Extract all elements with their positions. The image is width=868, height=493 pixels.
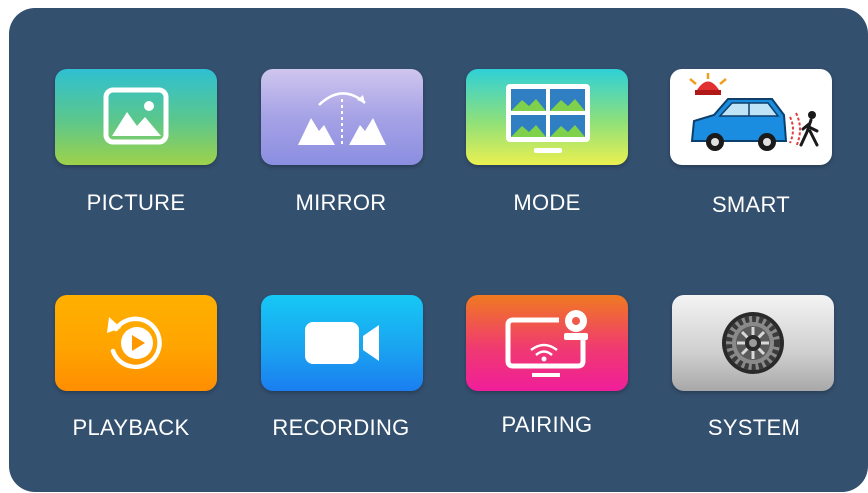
mirror-label[interactable]: MIRROR <box>241 190 441 216</box>
picture-label[interactable]: PICTURE <box>36 190 236 216</box>
mode-icon <box>506 84 590 153</box>
mode-button[interactable] <box>466 69 628 165</box>
smart-button[interactable] <box>670 69 832 165</box>
system-button[interactable] <box>672 295 834 391</box>
pairing-icon <box>505 310 588 377</box>
picture-icon <box>103 87 169 145</box>
system-label[interactable]: SYSTEM <box>654 415 854 441</box>
playback-icon <box>107 316 162 370</box>
recording-label[interactable]: RECORDING <box>241 415 441 441</box>
smart-icon <box>689 73 819 151</box>
picture-button[interactable] <box>55 69 217 165</box>
playback-label[interactable]: PLAYBACK <box>31 415 231 441</box>
smart-label[interactable]: SMART <box>651 192 851 218</box>
recording-button[interactable] <box>261 295 423 391</box>
playback-button[interactable] <box>55 295 217 391</box>
mode-label[interactable]: MODE <box>447 190 647 216</box>
pairing-label[interactable]: PAIRING <box>447 412 647 438</box>
menu-panel: PICTURE MIRROR MODE SMART PLAYBACK RECOR… <box>9 8 868 492</box>
mirror-icon <box>298 92 386 147</box>
recording-icon <box>305 322 379 364</box>
mirror-button[interactable] <box>261 69 423 165</box>
pairing-button[interactable] <box>466 295 628 391</box>
system-icon <box>722 312 784 374</box>
